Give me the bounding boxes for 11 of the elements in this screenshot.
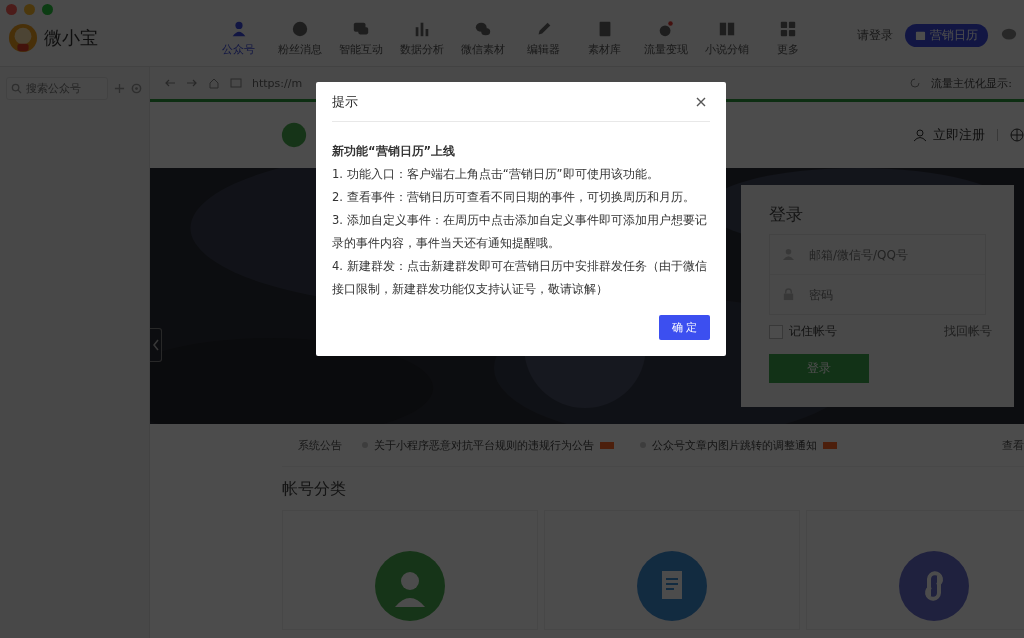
dialog-text: 1. 功能入口：客户端右上角点击“营销日历”即可使用该功能。	[332, 166, 660, 183]
close-icon[interactable]	[696, 96, 706, 107]
confirm-button[interactable]: 确 定	[659, 315, 710, 340]
register-link[interactable]: 立即注册	[933, 126, 985, 144]
dialog-text: 4. 新建群发：点击新建群发即可在营销日历中安排群发任务（由于微信接口限制，新建群发功能仅支持认证号，敬请谅解）	[332, 258, 708, 298]
app-name: 微小宝	[44, 26, 98, 50]
dialog-heading: 新功能“营销日历”上线	[332, 143, 457, 160]
dialog-text: 3. 添加自定义事件：在周历中点击添加自定义事件即可添加用户想要记录的事件内容，事件当天还有通知提醒哦。	[332, 212, 708, 252]
dialog-text: 2. 查看事件：营销日历可查看不同日期的事件，可切换周历和月历。	[332, 189, 696, 206]
dialog-title: 提示	[332, 92, 358, 111]
section-title: 帐号分类	[282, 479, 347, 500]
